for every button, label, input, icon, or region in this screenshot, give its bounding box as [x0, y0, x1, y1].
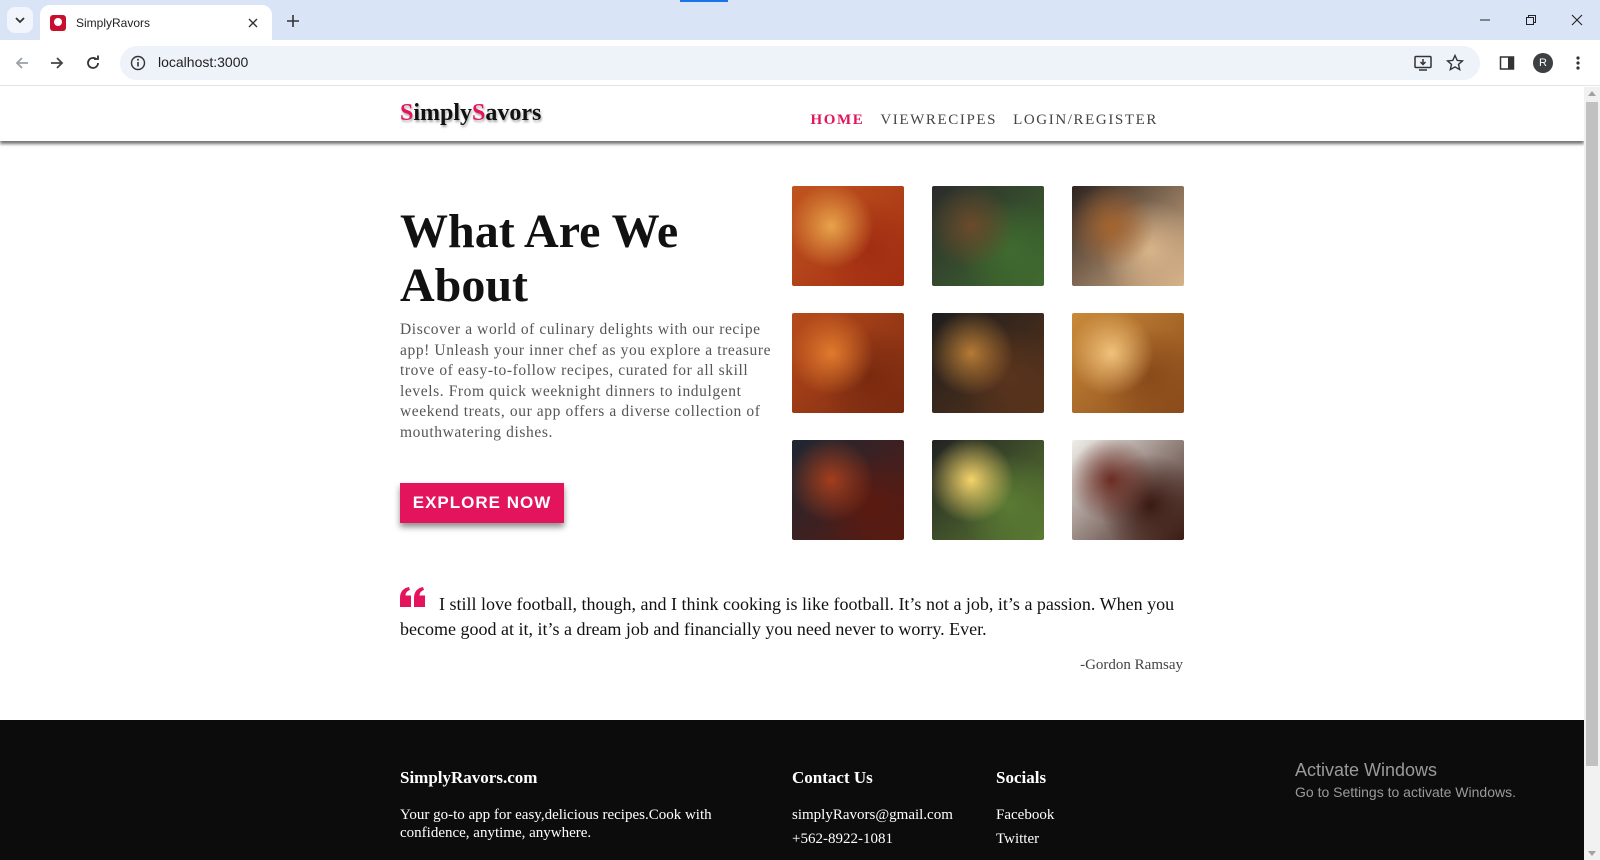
hero-title: What Are We About: [400, 205, 679, 312]
quote-text: I still love football, though, and I thi…: [400, 594, 1175, 639]
footer-socials-heading: Socials: [996, 768, 1047, 787]
grilled-chicken-image: [792, 440, 904, 540]
more-vertical-icon: [1576, 56, 1580, 70]
page-scrollbar[interactable]: [1584, 87, 1600, 860]
tab-search-button[interactable]: [7, 7, 33, 33]
install-app-icon[interactable]: [1411, 51, 1435, 75]
minimize-button[interactable]: [1462, 0, 1508, 40]
asian-dishes-image: [1072, 186, 1184, 286]
restore-icon: [1526, 15, 1536, 25]
spaghetti-image: [792, 313, 904, 413]
main-nav: HOME VIEWRECIPES LOGIN/REGISTER: [810, 112, 1158, 129]
tab-activity-indicator: [680, 0, 728, 2]
back-button[interactable]: [9, 50, 35, 76]
avatar: R: [1533, 53, 1553, 73]
bookmark-star-icon[interactable]: [1443, 51, 1467, 75]
plus-icon: [287, 15, 299, 27]
arrow-right-icon: [51, 57, 64, 69]
quote-author: -Gordon Ramsay: [1080, 657, 1183, 673]
new-tab-button[interactable]: [280, 8, 306, 34]
site-info-icon[interactable]: [126, 51, 150, 75]
side-panel-button[interactable]: [1494, 50, 1520, 76]
hero-description: Discover a world of culinary delights wi…: [400, 321, 772, 441]
tab-strip: SimplyRavors: [0, 0, 1600, 40]
windows-activation-watermark: Activate Windows Go to Settings to activ…: [1295, 760, 1516, 800]
footer-contact-heading: Contact Us: [792, 768, 873, 787]
minimize-icon: [1480, 19, 1490, 21]
reload-icon: [87, 55, 99, 69]
steak-image: [1072, 440, 1184, 540]
menu-button[interactable]: [1565, 50, 1591, 76]
footer-tagline: Your go-to app for easy,delicious recipe…: [400, 807, 712, 841]
watermark-subtitle: Go to Settings to activate Windows.: [1295, 784, 1516, 800]
browser-tab[interactable]: SimplyRavors: [40, 5, 272, 40]
scroll-up-arrow-icon[interactable]: [1588, 91, 1596, 96]
browser-toolbar: localhost:3000 R: [0, 40, 1600, 86]
close-icon: [1571, 14, 1583, 26]
arrow-left-icon: [15, 57, 28, 69]
reload-button[interactable]: [80, 50, 106, 76]
profile-button[interactable]: R: [1530, 50, 1556, 76]
rice-bowls-image: [932, 186, 1044, 286]
address-bar[interactable]: localhost:3000: [120, 46, 1480, 80]
logo-text-avors: avors: [485, 100, 542, 126]
footer-facebook-link[interactable]: Facebook: [996, 806, 1054, 824]
footer-email-link[interactable]: simplyRavors@gmail.com: [792, 806, 953, 824]
bibimbap-image: [932, 440, 1044, 540]
footer-twitter-link[interactable]: Twitter: [996, 830, 1039, 848]
tab-close-button[interactable]: [244, 14, 262, 32]
footer-phone: +562-8922-1081: [792, 831, 893, 847]
logo-letter-s-second: S: [472, 100, 486, 126]
nav-view-recipes-link[interactable]: VIEWRECIPES: [880, 112, 997, 129]
pizza-image: [792, 186, 904, 286]
food-gallery: [792, 186, 1184, 540]
logo-letter-s: S: [400, 100, 414, 126]
side-panel-icon: [1499, 56, 1515, 70]
burger-image: [932, 313, 1044, 413]
chevron-down-icon: [15, 17, 25, 24]
scrollbar-thumb[interactable]: [1586, 102, 1598, 766]
page-viewport: SimplySavors HOME VIEWRECIPES LOGIN/REGI…: [0, 87, 1584, 860]
close-icon: [248, 18, 258, 27]
url-text: localhost:3000: [158, 54, 249, 70]
site-favicon-icon: [50, 14, 66, 31]
footer-brand: SimplyRavors.com: [400, 768, 538, 787]
nav-login-register-link[interactable]: LOGIN/REGISTER: [1013, 112, 1158, 129]
scroll-down-arrow-icon[interactable]: [1588, 851, 1596, 856]
restore-button[interactable]: [1508, 0, 1554, 40]
site-header: SimplySavors HOME VIEWRECIPES LOGIN/REGI…: [0, 87, 1584, 141]
watermark-title: Activate Windows: [1295, 760, 1438, 780]
site-logo[interactable]: SimplySavors: [400, 100, 541, 127]
logo-text-imply: imply: [413, 100, 473, 126]
biryani-image: [1072, 313, 1184, 413]
tab-title: SimplyRavors: [76, 15, 151, 30]
nav-home-link[interactable]: HOME: [810, 112, 864, 129]
site-footer: SimplyRavors.com Your go-to app for easy…: [0, 720, 1584, 860]
forward-button[interactable]: [44, 50, 70, 76]
explore-now-button[interactable]: EXPLORE NOW: [400, 483, 564, 523]
window-close-button[interactable]: [1554, 0, 1600, 40]
